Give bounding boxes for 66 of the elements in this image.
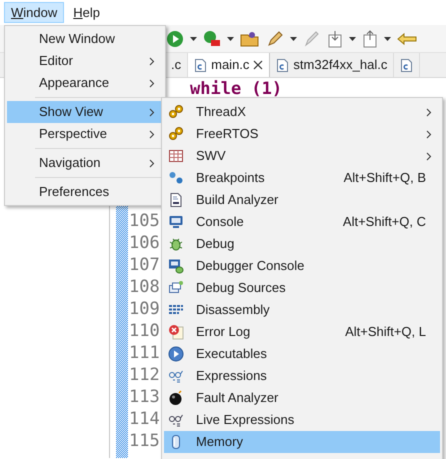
table-icon: [168, 148, 184, 164]
line-number: 112: [129, 364, 161, 386]
run-config-icon[interactable]: [203, 30, 221, 48]
caret-icon[interactable]: [384, 36, 391, 40]
pen-icon[interactable]: [266, 30, 284, 48]
menu-bar-item[interactable]: Help: [66, 2, 107, 23]
glasses-icon: [168, 368, 184, 384]
line-number: 113: [129, 386, 161, 408]
monitor-bug-icon: [168, 258, 184, 274]
menu-item[interactable]: Fault Analyzer: [164, 387, 440, 409]
back-arrow-icon[interactable]: [397, 32, 417, 46]
file-icon: [400, 58, 414, 72]
menu-item[interactable]: Console Alt+Shift+Q, C: [164, 211, 440, 233]
menu-item[interactable]: Editor: [7, 50, 163, 72]
caret-icon[interactable]: [290, 36, 297, 40]
menu-item[interactable]: Appearance: [7, 72, 163, 94]
menu-item[interactable]: Memory: [164, 431, 440, 453]
glasses-icon: [168, 412, 184, 428]
play-circle-icon: [168, 346, 184, 362]
up-arrow-icon[interactable]: [362, 30, 378, 48]
bomb-icon: [168, 390, 184, 406]
menu-item[interactable]: New Window: [7, 28, 163, 50]
menu-bar-item[interactable]: Window: [4, 2, 64, 23]
line-number: 107: [129, 254, 161, 276]
caret-icon[interactable]: [190, 36, 197, 40]
menu-item[interactable]: Disassembly: [164, 299, 440, 321]
file-icon: [194, 58, 208, 72]
menu-item[interactable]: Navigation: [7, 152, 163, 174]
line-number: 106: [129, 232, 161, 254]
gears-icon: [168, 104, 184, 120]
menu-item[interactable]: Build Analyzer: [164, 189, 440, 211]
menu-item[interactable]: ThreadX: [164, 101, 440, 123]
menu-item[interactable]: Expressions: [164, 365, 440, 387]
menu-item[interactable]: FreeRTOS: [164, 123, 440, 145]
error-log-icon: [168, 324, 184, 340]
line-number: 108: [129, 276, 161, 298]
gears-icon: [168, 126, 184, 142]
menu-item[interactable]: Breakpoints Alt+Shift+Q, B: [164, 167, 440, 189]
file-icon: [276, 58, 290, 72]
bug-icon: [168, 236, 184, 252]
down-arrow-icon[interactable]: [327, 30, 343, 48]
menu-item[interactable]: Preferences: [7, 181, 163, 203]
menu-item[interactable]: Perspective: [7, 123, 163, 145]
code-line: while (1): [190, 78, 282, 100]
folder-icon[interactable]: [240, 30, 260, 48]
menu-item[interactable]: Executables: [164, 343, 440, 365]
menu-item[interactable]: Show View: [7, 101, 163, 123]
editor-tab[interactable]: main.c: [188, 53, 270, 77]
line-number: 109: [129, 298, 161, 320]
caret-icon[interactable]: [349, 36, 356, 40]
menu-item[interactable]: SWV: [164, 145, 440, 167]
caret-icon[interactable]: [227, 36, 234, 40]
line-number: 105: [129, 210, 161, 232]
line-number: 115: [129, 430, 161, 452]
menu-item[interactable]: Debug Sources: [164, 277, 440, 299]
monitor-icon: [168, 214, 184, 230]
menu-item[interactable]: Error Log Alt+Shift+Q, L: [164, 321, 440, 343]
close-icon[interactable]: [253, 60, 264, 70]
menu-item[interactable]: Debug: [164, 233, 440, 255]
menu-item[interactable]: Live Expressions: [164, 409, 440, 431]
dots-icon: [168, 170, 184, 186]
line-number: 110: [129, 320, 161, 342]
line-number: 114: [129, 408, 161, 430]
menu-item[interactable]: Debugger Console: [164, 255, 440, 277]
run-icon[interactable]: [166, 30, 184, 48]
line-number: 111: [129, 342, 161, 364]
